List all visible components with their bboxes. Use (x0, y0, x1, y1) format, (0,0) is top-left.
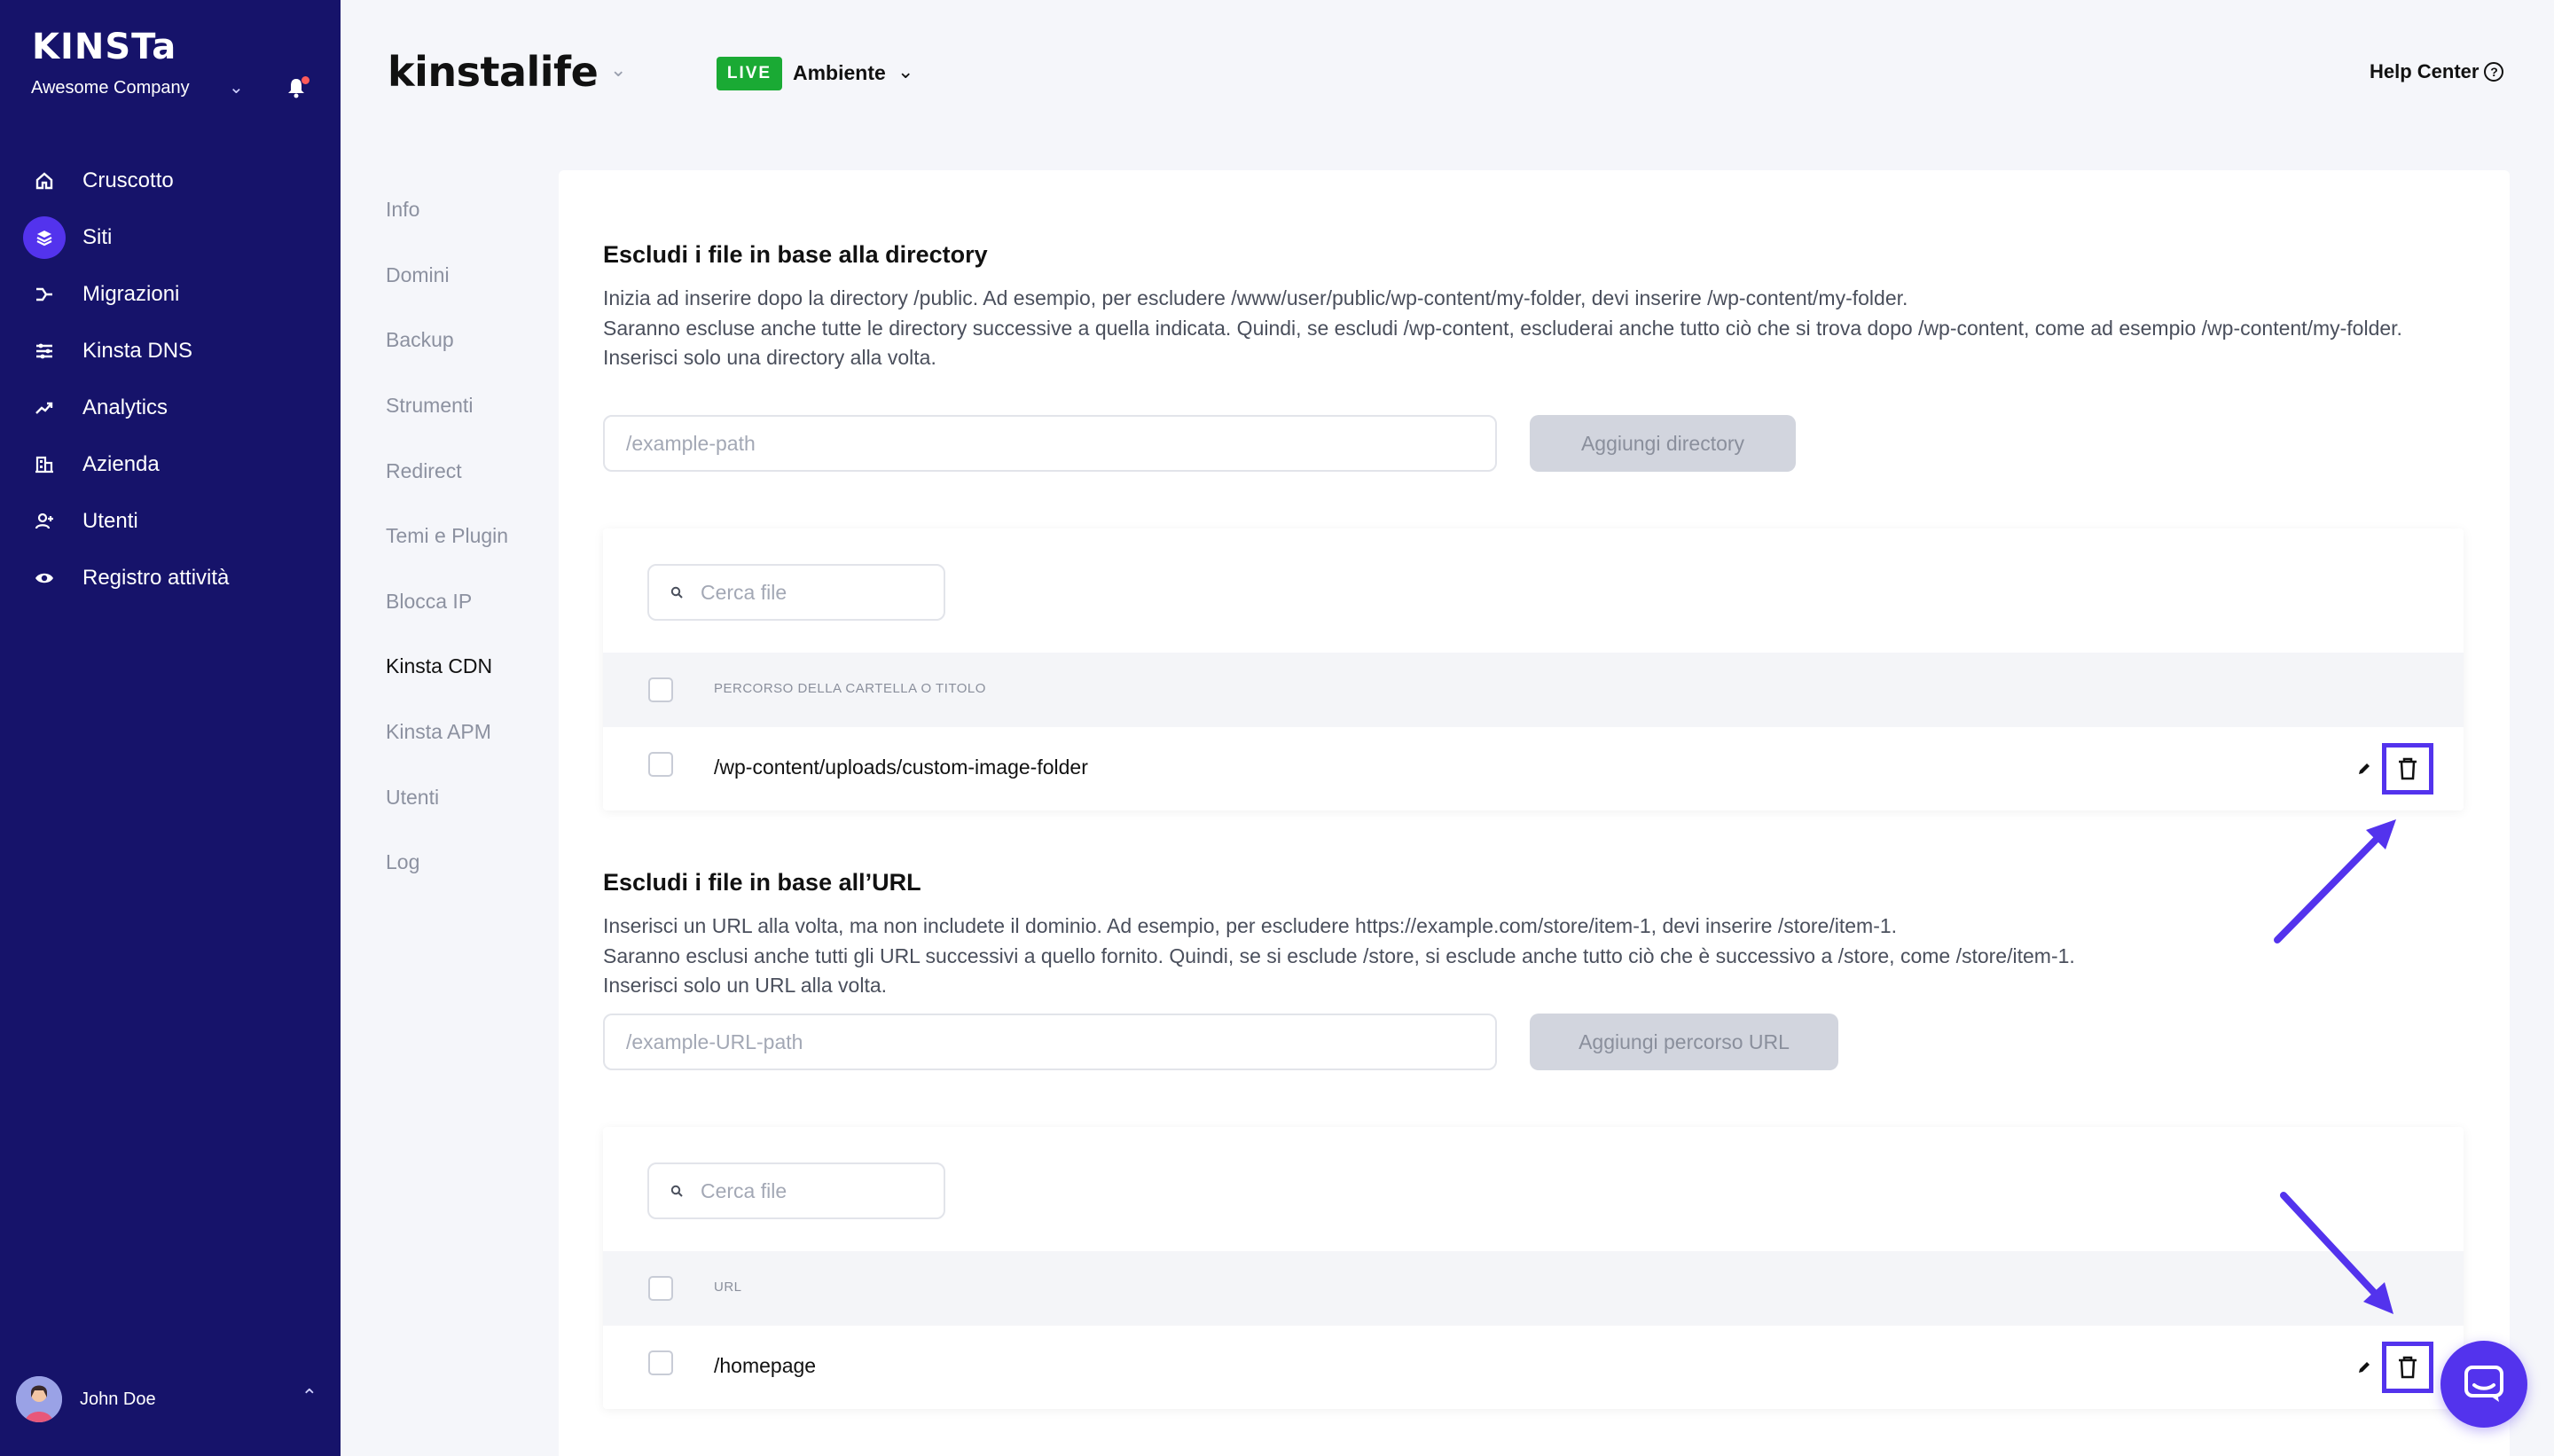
subnav-redirect[interactable]: Redirect (386, 438, 508, 504)
directory-section-title: Escludi i file in base alla directory (603, 241, 988, 268)
help-center-label: Help Center (2370, 60, 2480, 82)
notification-dot (302, 76, 309, 84)
site-subnav: Info Domini Backup Strumenti Redirect Te… (386, 177, 508, 896)
live-badge: LIVE (717, 57, 782, 90)
kinsta-logo[interactable]: KINSTa (32, 27, 176, 67)
help-center-link[interactable]: Help Center ? (2370, 60, 2504, 83)
help-icon: ? (2484, 62, 2504, 82)
chat-icon (2464, 1366, 2503, 1402)
building-icon (23, 443, 66, 486)
row-checkbox[interactable] (648, 752, 673, 777)
add-directory-button[interactable]: Aggiungi directory (1530, 415, 1796, 472)
annotation-arrow-up (2274, 819, 2396, 943)
migrate-icon (23, 273, 66, 316)
table-row: /wp-content/uploads/custom-image-folder (603, 727, 2464, 812)
trend-icon (23, 387, 66, 429)
subnav-domini[interactable]: Domini (386, 243, 508, 309)
nav-item-azienda[interactable]: Azienda (0, 436, 341, 493)
nav-label: Registro attività (82, 566, 230, 590)
search-icon (670, 586, 683, 599)
pencil-icon[interactable] (2356, 1359, 2372, 1375)
nav-label: Utenti (82, 509, 138, 533)
row-url: /homepage (714, 1354, 817, 1377)
nav-label: Siti (82, 225, 113, 249)
nav-label: Analytics (82, 395, 168, 419)
nav-item-migrazioni[interactable]: Migrazioni (0, 266, 341, 323)
environment-selector[interactable]: Ambiente (793, 61, 886, 85)
nav-label: Azienda (82, 452, 160, 476)
add-url-path-button[interactable]: Aggiungi percorso URL (1530, 1014, 1838, 1070)
home-icon (23, 160, 66, 202)
table-header: PERCORSO DELLA CARTELLA O TITOLO (603, 653, 2464, 727)
nav-item-analytics[interactable]: Analytics (0, 380, 341, 436)
select-all-checkbox[interactable] (648, 1276, 673, 1301)
site-title: kinstalife (388, 48, 599, 96)
column-header-url: URL (714, 1280, 742, 1295)
directory-section-description: Inizia ad inserire dopo la directory /pu… (603, 284, 2448, 373)
nav-item-utenti[interactable]: Utenti (0, 493, 341, 550)
subnav-kinsta-cdn[interactable]: Kinsta CDN (386, 634, 508, 700)
nav-label: Migrazioni (82, 282, 180, 306)
nav-item-cruscotto[interactable]: Cruscotto (0, 153, 341, 209)
column-header-path: PERCORSO DELLA CARTELLA O TITOLO (714, 681, 986, 696)
avatar (16, 1376, 62, 1422)
url-section-description: Inserisci un URL alla volta, ma non incl… (603, 912, 2448, 1001)
directory-path-input[interactable]: /example-path (603, 415, 1497, 472)
description-line: Saranno esclusi anche tutti gli URL succ… (603, 943, 2075, 967)
select-all-checkbox[interactable] (648, 677, 673, 702)
dns-icon (23, 330, 66, 372)
delete-button[interactable] (2382, 1342, 2433, 1393)
sidebar: KINSTa Awesome Company ⌄ Cruscotto Siti … (0, 0, 341, 1456)
nav-item-registro-attivita[interactable]: Registro attività (0, 550, 341, 607)
eye-icon (23, 557, 66, 599)
directory-table-card: Cerca file PERCORSO DELLA CARTELLA O TIT… (603, 528, 2464, 810)
subnav-blocca-ip[interactable]: Blocca IP (386, 569, 508, 635)
main-nav: Cruscotto Siti Migrazioni Kinsta DNS Ana… (0, 153, 341, 607)
search-files-input[interactable]: Cerca file (647, 1162, 945, 1219)
subnav-utenti[interactable]: Utenti (386, 764, 508, 830)
search-placeholder: Cerca file (701, 1178, 787, 1202)
subnav-temi-plugin[interactable]: Temi e Plugin (386, 504, 508, 569)
table-header: URL (603, 1251, 2464, 1326)
subnav-kinsta-apm[interactable]: Kinsta APM (386, 700, 508, 765)
nav-item-kinsta-dns[interactable]: Kinsta DNS (0, 323, 341, 380)
pencil-icon[interactable] (2356, 761, 2372, 777)
nav-item-siti[interactable]: Siti (0, 209, 341, 266)
trash-icon (2399, 1356, 2417, 1379)
description-line: Inizia ad inserire dopo la directory /pu… (603, 286, 1908, 309)
chevron-down-icon[interactable]: ⌄ (229, 76, 244, 98)
description-line: Saranno escluse anche tutte le directory… (603, 316, 2402, 340)
search-placeholder: Cerca file (701, 580, 787, 604)
user-menu[interactable]: John Doe ⌃ (16, 1374, 317, 1424)
subnav-backup[interactable]: Backup (386, 308, 508, 373)
chevron-down-icon[interactable]: ⌄ (897, 60, 913, 83)
site-switcher-chevron-icon[interactable]: ⌄ (610, 59, 626, 82)
url-section-title: Escludi i file in base all’URL (603, 869, 921, 896)
chat-button[interactable] (2440, 1341, 2527, 1428)
chevron-up-icon[interactable]: ⌃ (302, 1385, 317, 1408)
url-path-input[interactable]: /example-URL-path (603, 1014, 1497, 1070)
trash-icon (2399, 757, 2417, 780)
description-line: Inserisci solo una directory alla volta. (603, 346, 936, 369)
description-line: Inserisci solo un URL alla volta. (603, 974, 888, 997)
table-row: /homepage (603, 1326, 2464, 1411)
subnav-info[interactable]: Info (386, 177, 508, 243)
url-table-card: Cerca file URL /homepage (603, 1127, 2464, 1409)
row-path: /wp-content/uploads/custom-image-folder (714, 755, 1088, 779)
subnav-log[interactable]: Log (386, 830, 508, 896)
layers-icon (23, 216, 66, 259)
description-line: Inserisci un URL alla volta, ma non incl… (603, 914, 1898, 937)
user-add-icon (23, 500, 66, 543)
search-icon (670, 1185, 683, 1197)
nav-label: Kinsta DNS (82, 339, 193, 363)
nav-label: Cruscotto (82, 168, 174, 192)
user-name: John Doe (80, 1389, 156, 1409)
annotation-arrow-down (2280, 1192, 2393, 1314)
company-name[interactable]: Awesome Company (31, 78, 190, 98)
row-checkbox[interactable] (648, 1350, 673, 1375)
delete-button[interactable] (2382, 743, 2433, 795)
subnav-strumenti[interactable]: Strumenti (386, 373, 508, 439)
search-files-input[interactable]: Cerca file (647, 564, 945, 621)
